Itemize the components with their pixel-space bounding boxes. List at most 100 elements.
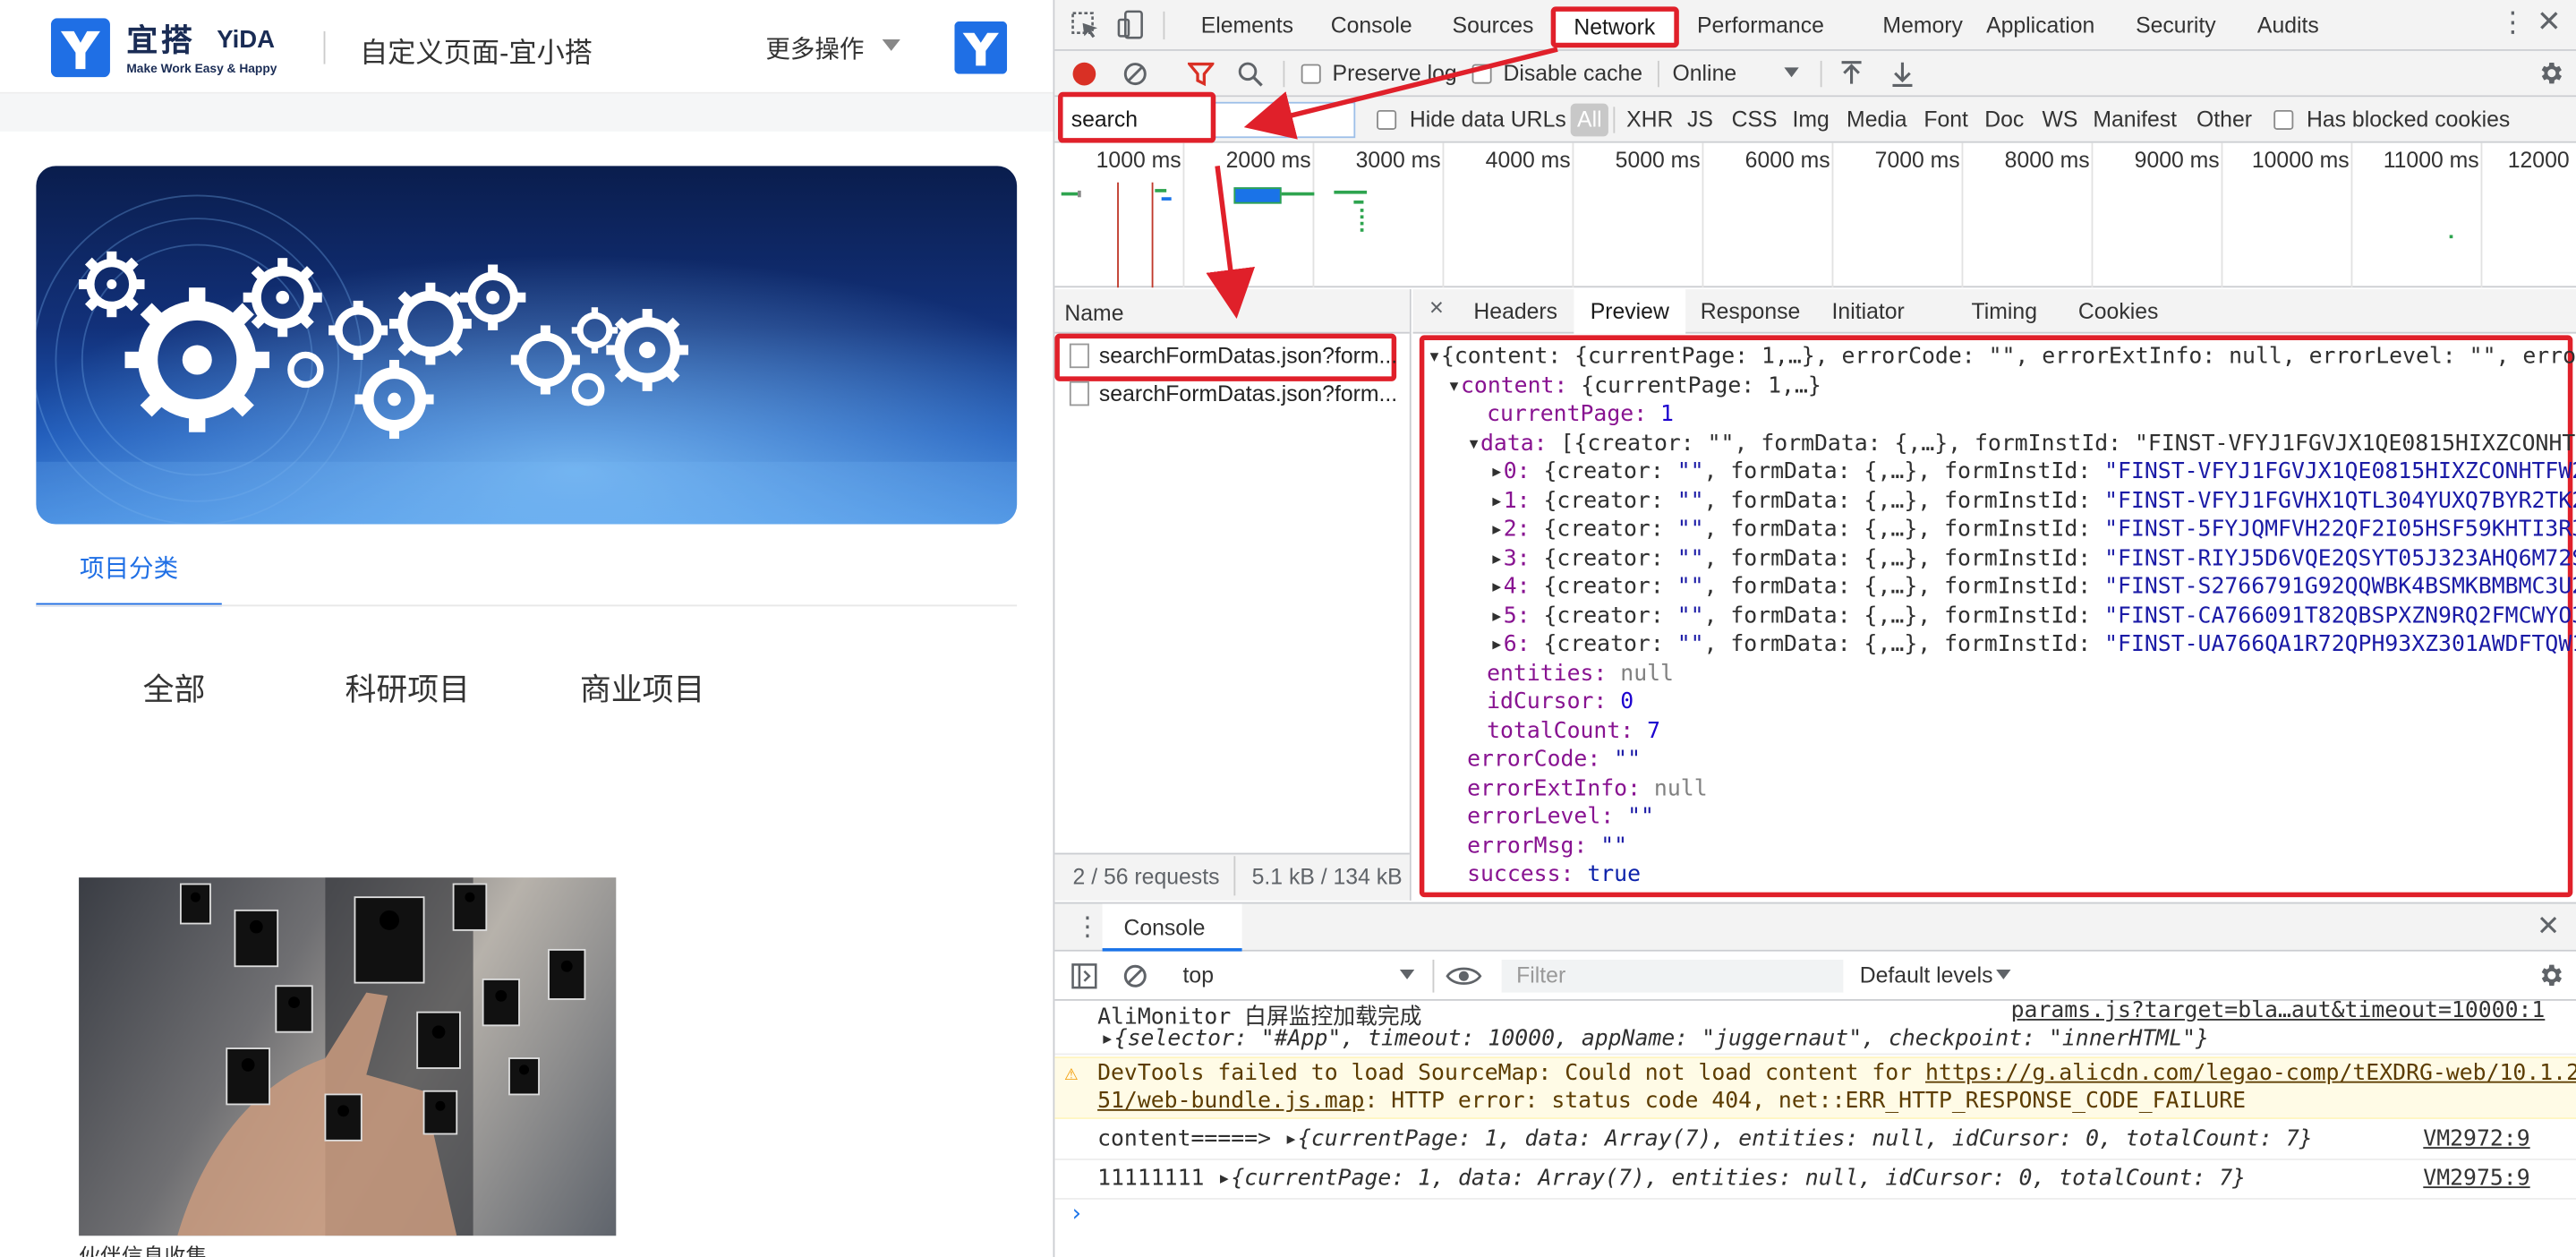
category-research[interactable]: 科研项目 — [345, 667, 470, 716]
type-filter-media[interactable]: Media — [1847, 107, 1907, 132]
sourcemap-link[interactable]: 51/web-bundle.js.map — [1097, 1088, 1364, 1114]
type-filter-js[interactable]: JS — [1687, 107, 1713, 132]
type-filter-doc[interactable]: Doc — [1984, 107, 2024, 132]
console-prompt-icon[interactable]: › — [1070, 1201, 1083, 1227]
clear-icon[interactable] — [1122, 61, 1148, 87]
console-object-row[interactable]: ▸{selector: "#App", timeout: 10000, appN… — [1101, 1025, 2209, 1051]
hide-data-urls-checkbox[interactable] — [1377, 109, 1397, 131]
tab-sources[interactable]: Sources — [1453, 0, 1534, 51]
preserve-log-checkbox[interactable] — [1301, 64, 1321, 84]
partner-photo[interactable] — [79, 877, 617, 1236]
source-link[interactable]: VM2972:9 — [2423, 1125, 2529, 1151]
json-error-code: errorCode: "" — [1467, 746, 1642, 773]
console-settings-gear-icon[interactable] — [2537, 962, 2564, 989]
more-tools-icon[interactable]: ⋮ — [2499, 6, 2527, 39]
type-filter-css[interactable]: CSS — [1732, 107, 1778, 132]
console-message: AliMonitor 白屏监控加载完成 params.js?target=bla… — [1054, 997, 2576, 1056]
search-icon[interactable] — [1237, 61, 1263, 87]
json-id-cursor: idCursor: 0 — [1487, 688, 1634, 715]
type-filter-manifest[interactable]: Manifest — [2093, 107, 2177, 132]
category-business[interactable]: 商业项目 — [580, 667, 705, 716]
network-timeline-overview[interactable]: 1000 ms 2000 ms 3000 ms 4000 ms 5000 ms … — [1054, 142, 2576, 288]
disable-cache-checkbox[interactable] — [1471, 64, 1492, 84]
filter-icon[interactable] — [1188, 61, 1215, 87]
sourcemap-link[interactable]: https://g.alicdn.com/legao-comp/tEXDRG-w… — [1925, 1060, 2576, 1086]
transfer-size: 5.1 kB / 134 kB — [1251, 864, 1403, 889]
tab-elements[interactable]: Elements — [1201, 0, 1293, 51]
tab-audits[interactable]: Audits — [2257, 0, 2319, 51]
console-drawer-tab[interactable]: Console — [1123, 915, 1205, 940]
drawer-menu-icon[interactable]: ⋮ — [1074, 911, 1100, 944]
record-icon[interactable] — [1071, 61, 1097, 87]
json-data-item[interactable]: ▸4: {creator: "", formData: {,…}, formIn… — [1490, 574, 2576, 603]
tab-memory[interactable]: Memory — [1882, 0, 1963, 51]
log-levels-select[interactable]: Default levels — [1860, 963, 1993, 988]
device-toggle-icon[interactable] — [1117, 10, 1145, 39]
source-link[interactable]: params.js?target=bla…aut&timeout=10000:1 — [2011, 997, 2546, 1023]
console-warning: ⚠ DevTools failed to load SourceMap: Cou… — [1054, 1056, 2576, 1119]
json-data-item[interactable]: ▸2: {creator: "", formData: {,…}, formIn… — [1490, 516, 2576, 544]
tab-network[interactable]: Network — [1550, 6, 1678, 48]
close-drawer-icon[interactable]: ✕ — [2537, 911, 2560, 944]
console-log-text[interactable]: 11111111 ▸{currentPage: 1, data: Array(7… — [1097, 1165, 2246, 1191]
request-detail-panel: × Headers Preview Response Initiator Tim… — [1412, 289, 2576, 901]
type-filter-xhr[interactable]: XHR — [1626, 107, 1673, 132]
json-content-row[interactable]: ▾content: {currentPage: 1,…} — [1447, 373, 1821, 402]
request-row-selected[interactable]: searchFormDatas.json?form... — [1099, 344, 1397, 369]
settings-gear-icon[interactable] — [2537, 59, 2564, 87]
tab-preview[interactable]: Preview — [1574, 289, 1686, 334]
toolbar-divider — [1820, 60, 1822, 88]
timeline-tick: 4000 ms — [1485, 148, 1571, 173]
tab-security[interactable]: Security — [2136, 0, 2216, 51]
preserve-log-label: Preserve log — [1332, 60, 1457, 86]
show-sidebar-icon[interactable] — [1071, 963, 1097, 989]
name-column-header[interactable]: Name — [1064, 301, 1123, 326]
json-root-row[interactable]: ▾{content: {currentPage: 1,…}, errorCode… — [1428, 344, 2576, 372]
tab-project-category[interactable]: 项目分类 — [36, 543, 222, 607]
category-all[interactable]: 全部 — [143, 667, 206, 716]
tab-headers[interactable]: Headers — [1473, 299, 1557, 324]
user-avatar-icon[interactable] — [954, 21, 1008, 74]
tab-timing[interactable]: Timing — [1972, 299, 2037, 324]
blocked-cookies-checkbox[interactable] — [2273, 109, 2294, 131]
type-filter-other[interactable]: Other — [2196, 107, 2252, 132]
json-content-summary: {currentPage: 1,…} — [1581, 372, 1821, 400]
tab-cookies[interactable]: Cookies — [2078, 299, 2159, 324]
close-devtools-icon[interactable]: ✕ — [2537, 5, 2562, 40]
type-filter-font[interactable]: Font — [1923, 107, 1968, 132]
json-data-item[interactable]: ▸0: {creator: "", formData: {,…}, formIn… — [1490, 458, 2576, 487]
import-har-icon[interactable] — [1840, 61, 1864, 87]
json-data-item[interactable]: ▸5: {creator: "", formData: {,…}, formIn… — [1490, 603, 2576, 632]
throttling-select[interactable]: Online — [1672, 61, 1736, 86]
json-data-item[interactable]: ▸3: {creator: "", formData: {,…}, formIn… — [1490, 545, 2576, 574]
tab-initiator[interactable]: Initiator — [1832, 299, 1905, 324]
tab-console[interactable]: Console — [1331, 0, 1412, 51]
clear-console-icon[interactable] — [1122, 963, 1148, 989]
type-filter-img[interactable]: Img — [1792, 107, 1829, 132]
expanded-caret-icon: ▾ — [1467, 430, 1481, 457]
source-link[interactable]: VM2975:9 — [2423, 1165, 2529, 1191]
context-select[interactable]: top — [1183, 963, 1214, 988]
collapsed-caret-icon: ▸ — [1489, 573, 1504, 600]
type-filter-ws[interactable]: WS — [2042, 107, 2077, 132]
json-data-row[interactable]: ▾data: [{creator: "", formData: {,…}, fo… — [1467, 431, 2576, 459]
live-expression-eye-icon[interactable] — [1446, 963, 1482, 989]
timeline-tick: 1000 ms — [1096, 148, 1181, 173]
json-data-item[interactable]: ▸1: {creator: "", formData: {,…}, formIn… — [1490, 488, 2576, 517]
yida-logo-icon — [50, 18, 110, 78]
console-log-text[interactable]: content=====> ▸{currentPage: 1, data: Ar… — [1097, 1125, 2313, 1151]
request-row[interactable]: searchFormDatas.json?form... — [1099, 381, 1397, 406]
more-actions-button[interactable]: 更多操作 — [765, 31, 864, 66]
collapsed-caret-icon: ▸ — [1489, 458, 1504, 485]
tab-performance[interactable]: Performance — [1697, 0, 1824, 51]
type-filter-all[interactable]: All — [1570, 103, 1608, 137]
json-data-item[interactable]: ▸6: {creator: "", formData: {,…}, formIn… — [1490, 631, 2576, 660]
toolbar-divider — [1657, 60, 1659, 88]
tab-application[interactable]: Application — [1986, 0, 2094, 51]
console-toolbar: top Filter Default levels — [1054, 951, 2576, 1001]
export-har-icon[interactable] — [1891, 61, 1915, 88]
close-detail-icon[interactable]: × — [1429, 295, 1444, 322]
tab-response[interactable]: Response — [1701, 299, 1801, 324]
inspect-element-icon[interactable] — [1071, 12, 1099, 39]
filter-input[interactable]: search — [1058, 91, 1216, 143]
